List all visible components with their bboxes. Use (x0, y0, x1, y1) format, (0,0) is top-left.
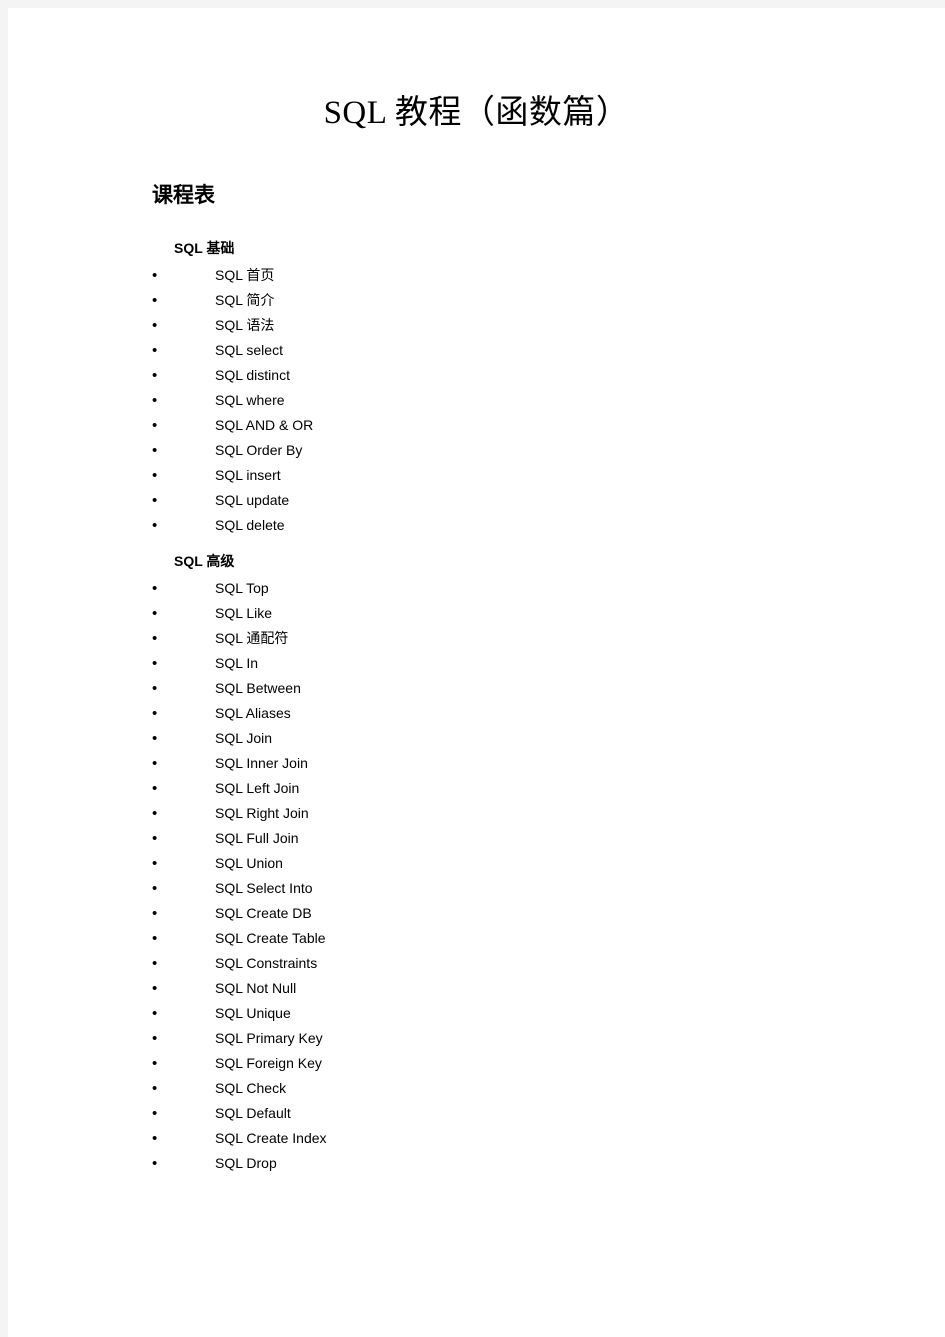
course-item[interactable]: SQL Foreign Key (152, 1051, 945, 1076)
course-item[interactable]: SQL Drop (152, 1151, 945, 1176)
course-item[interactable]: SQL Join (152, 726, 945, 751)
course-item[interactable]: SQL Left Join (152, 776, 945, 801)
table-of-contents: SQL 基础 SQL 首页SQL 简介SQL 语法SQL selectSQL di… (152, 236, 945, 1176)
course-item[interactable]: SQL Not Null (152, 976, 945, 1001)
course-item[interactable]: SQL In (152, 651, 945, 676)
course-item-list: SQL 首页SQL 简介SQL 语法SQL selectSQL distinct… (152, 263, 945, 538)
course-item[interactable]: SQL Like (152, 601, 945, 626)
course-group: SQL 基础 SQL 首页SQL 简介SQL 语法SQL selectSQL di… (152, 236, 945, 538)
course-item[interactable]: SQL Create Index (152, 1126, 945, 1151)
course-group-heading: SQL 高级 (174, 552, 235, 569)
course-item[interactable]: SQL distinct (152, 363, 945, 388)
course-item[interactable]: SQL Full Join (152, 826, 945, 851)
course-item[interactable]: SQL where (152, 388, 945, 413)
course-item[interactable]: SQL Primary Key (152, 1026, 945, 1051)
course-item[interactable]: SQL 语法 (152, 313, 945, 338)
course-item[interactable]: SQL AND & OR (152, 413, 945, 438)
course-item[interactable]: SQL select (152, 338, 945, 363)
course-group-heading: SQL 基础 (174, 239, 235, 256)
course-item[interactable]: SQL delete (152, 513, 945, 538)
course-item[interactable]: SQL Default (152, 1101, 945, 1126)
course-item[interactable]: SQL insert (152, 463, 945, 488)
course-item[interactable]: SQL Aliases (152, 701, 945, 726)
document-body: 课程表 SQL 基础SQL 首页SQL 简介SQL 语法SQL selectSQ… (8, 182, 945, 1175)
course-item[interactable]: SQL 首页 (152, 263, 945, 288)
course-item[interactable]: SQL 通配符 (152, 626, 945, 651)
course-item[interactable]: SQL Select Into (152, 876, 945, 901)
section-title-course-table: 课程表 (152, 183, 215, 208)
course-item[interactable]: SQL update (152, 488, 945, 513)
course-item[interactable]: SQL 简介 (152, 288, 945, 313)
course-item[interactable]: SQL Create DB (152, 901, 945, 926)
course-item[interactable]: SQL Right Join (152, 801, 945, 826)
course-item-list: SQL TopSQL LikeSQL 通配符SQL InSQL BetweenS… (152, 576, 945, 1176)
course-item[interactable]: SQL Constraints (152, 951, 945, 976)
course-item[interactable]: SQL Union (152, 851, 945, 876)
document-page: SQL 教程（函数篇） 课程表 SQL 基础 SQL 首页SQL 简介SQL 语法… (8, 8, 945, 1337)
course-item[interactable]: SQL Between (152, 676, 945, 701)
course-item[interactable]: SQL Top (152, 576, 945, 601)
document-title: SQL 教程（函数篇） (323, 95, 630, 131)
course-group: SQL 高级 SQL TopSQL LikeSQL 通配符SQL InSQL Be… (152, 549, 945, 1176)
course-item[interactable]: SQL Check (152, 1076, 945, 1101)
course-item[interactable]: SQL Unique (152, 1001, 945, 1026)
course-item[interactable]: SQL Create Table (152, 926, 945, 951)
course-item[interactable]: SQL Order By (152, 438, 945, 463)
course-item[interactable]: SQL Inner Join (152, 751, 945, 776)
